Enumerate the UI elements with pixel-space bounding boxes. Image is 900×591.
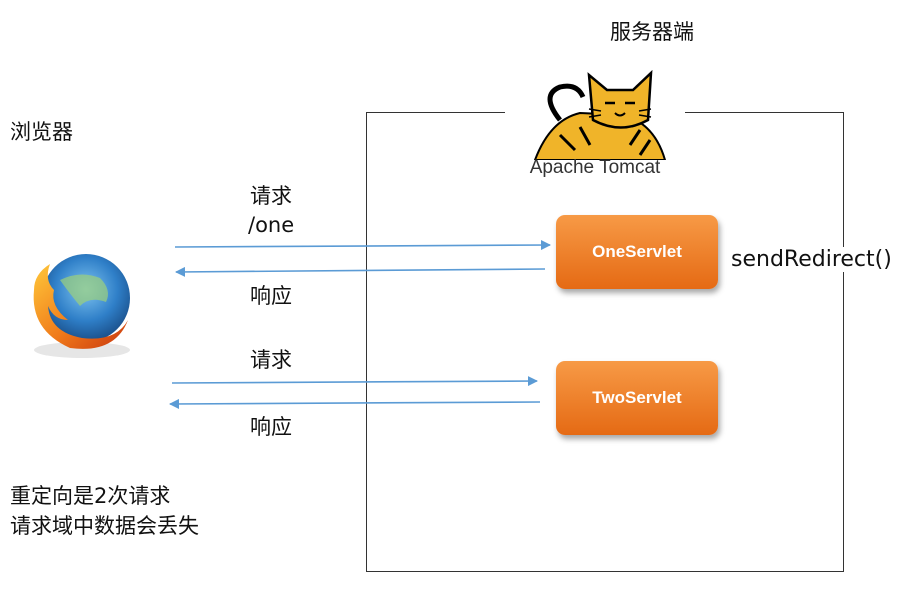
note-line-1: 重定向是2次请求 (10, 484, 171, 508)
request2-arrow (171, 376, 538, 387)
response1-arrow (175, 266, 546, 277)
note-line-2: 请求域中数据会丢失 (10, 514, 199, 538)
request1-arrow (174, 240, 551, 251)
response2-label: 响应 (250, 415, 292, 439)
one-servlet-box: OneServlet (556, 215, 718, 289)
request1-path: /one (248, 213, 295, 237)
response1-label: 响应 (250, 284, 292, 308)
redirect-label: sendRedirect() (729, 247, 894, 272)
one-servlet-label: OneServlet (592, 242, 682, 261)
two-servlet-box: TwoServlet (556, 361, 718, 435)
response2-arrow (169, 398, 541, 409)
request2-label: 请求 (250, 348, 292, 372)
request1-label: 请求 (250, 184, 292, 208)
two-servlet-label: TwoServlet (592, 388, 682, 407)
